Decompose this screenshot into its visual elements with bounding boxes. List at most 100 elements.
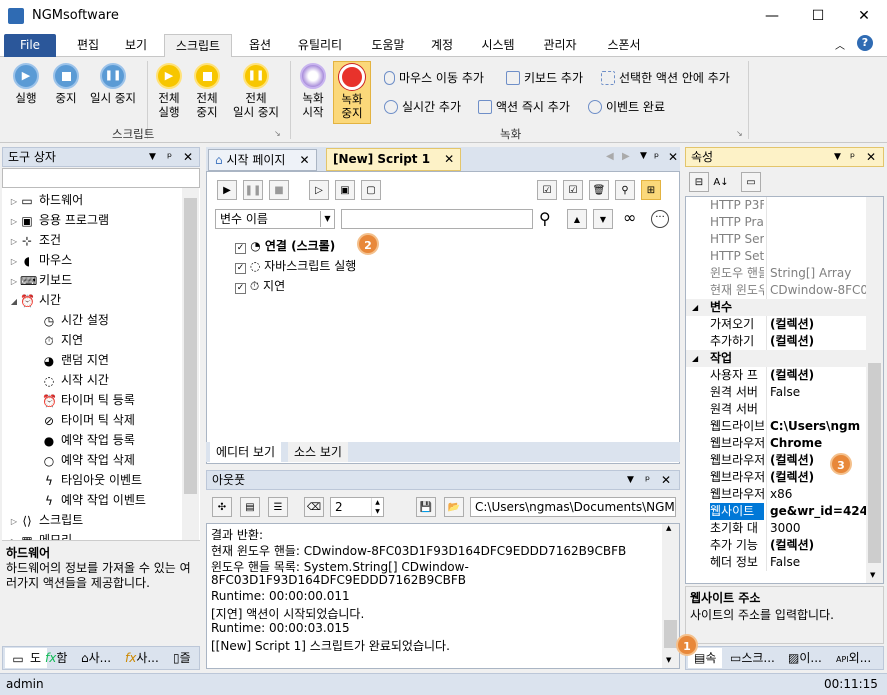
scroll-down-icon[interactable]: ▼ <box>870 571 875 579</box>
add-keyboard-button[interactable]: 키보드 추가 <box>506 69 583 86</box>
toolbox-scrollbar[interactable] <box>182 188 199 540</box>
output-path-field[interactable]: C:\Users\ngmas\Documents\NGM6\ <box>470 497 676 517</box>
record-stop-button[interactable]: 녹화 중지 <box>333 61 371 124</box>
check-all-icon[interactable]: ☑ <box>537 180 557 200</box>
tab-editor-view[interactable]: 에디터 보기 <box>210 442 282 462</box>
pause-button[interactable]: ❚❚ 일시 중지 <box>86 63 140 105</box>
scroll-thumb[interactable] <box>868 363 881 563</box>
property-row[interactable]: 웹브라우저 Chrome <box>686 435 866 452</box>
stepper-arrows-icon[interactable]: ▲ ▼ <box>371 498 383 516</box>
save-icon[interactable]: 💾 <box>416 497 436 517</box>
toolbox-item[interactable]: ⊘ 타이머 틱 삭제 <box>42 410 135 430</box>
property-value[interactable]: 3000 <box>770 520 866 537</box>
checkbox-icon[interactable]: ✓ <box>235 243 246 254</box>
ribbon-collapse-icon[interactable]: ︿ <box>835 37 845 52</box>
property-pages-icon[interactable]: ▭ <box>741 172 761 192</box>
step-into-icon[interactable]: ▣ <box>335 180 355 200</box>
tab-images[interactable]: ▨이... <box>782 648 828 668</box>
checkbox-icon[interactable]: ✓ <box>235 283 246 294</box>
step-over-icon[interactable]: ▢ <box>361 180 381 200</box>
expand-icon[interactable]: ▷ <box>8 212 20 232</box>
action-row-connect[interactable]: ✓ ◔ 연결 (스크롤) <box>235 236 335 256</box>
property-value[interactable]: False <box>770 384 866 401</box>
tab-external[interactable]: API외... <box>830 648 877 668</box>
property-row[interactable]: 현재 윈도우 CDwindow-8FC0 <box>686 282 866 299</box>
pause-all-button[interactable]: ❚❚ 전체 일시 중지 <box>226 63 286 119</box>
help-icon[interactable]: ? <box>857 35 873 51</box>
collapse-icon[interactable]: ◢ <box>692 299 698 316</box>
action-row-delay[interactable]: ✓ ⏱ 지연 <box>235 276 285 296</box>
property-row[interactable]: 웹드라이브 C:\Users\ngm <box>686 418 866 435</box>
property-value[interactable]: ge&wr_id=4248 <box>770 503 866 520</box>
tab-script[interactable]: 스크립트 <box>164 34 232 58</box>
action-row-js[interactable]: ✓ ◌ 자바스크립트 실행 <box>235 256 356 276</box>
collapse-icon[interactable]: ◢ <box>692 350 698 367</box>
property-row[interactable]: HTTP Set <box>686 248 866 265</box>
dialog-launcher-icon[interactable]: ↘ <box>736 129 743 138</box>
move-down-icon[interactable]: ▼ <box>593 209 613 229</box>
record-start-button[interactable]: 녹화 시작 <box>296 63 330 119</box>
toolbox-item[interactable]: ○ 예약 작업 삭제 <box>42 450 135 470</box>
toolbox-item[interactable]: ▷ ▣ 응용 프로그램 <box>8 210 109 230</box>
toolbox-item[interactable]: ▷ ◖ 마우스 <box>8 250 72 270</box>
property-value[interactable]: x86 <box>770 486 866 503</box>
expand-icon[interactable]: ▷ <box>8 512 20 532</box>
tab-system[interactable]: 시스템 <box>472 34 524 57</box>
property-value[interactable]: String[] Array <box>770 265 866 282</box>
event-complete-button[interactable]: 이벤트 완료 <box>588 98 665 115</box>
toolbox-item[interactable]: ▷ ⊹ 조건 <box>8 230 61 250</box>
property-row[interactable]: 웹사이트 ge&wr_id=4248 <box>686 503 866 520</box>
tab-user-a[interactable]: ⌂사... <box>75 648 117 668</box>
toolbox-item[interactable]: ϟ 예약 작업 이벤트 <box>42 490 146 510</box>
checkbox-icon[interactable]: ✓ <box>235 263 246 274</box>
sort-az-icon[interactable]: A↓ <box>711 172 731 192</box>
maximize-button[interactable]: ☐ <box>795 0 841 32</box>
property-category[interactable]: ◢ 작업 <box>686 350 866 367</box>
move-up-icon[interactable]: ▲ <box>567 209 587 229</box>
property-value[interactable]: C:\Users\ngm <box>770 418 866 435</box>
property-row[interactable]: 초기화 대 3000 <box>686 520 866 537</box>
delete-icon[interactable]: 🗑 <box>589 180 609 200</box>
toolbox-item[interactable]: ▷ ▭ 하드웨어 <box>8 190 83 210</box>
property-row[interactable]: 원격 서버 False <box>686 384 866 401</box>
toolbox-item[interactable]: ϟ 타임아웃 이벤트 <box>42 470 142 490</box>
clean-icon[interactable]: ✣ <box>212 497 232 517</box>
tab-edit[interactable]: 편집 <box>68 34 108 57</box>
dropdown-icon[interactable]: ▼ <box>834 148 841 166</box>
property-value[interactable]: (컬렉션) <box>770 333 866 350</box>
minimize-button[interactable]: — <box>749 0 795 32</box>
properties-scrollbar[interactable]: ▼ <box>866 197 883 583</box>
scroll-thumb[interactable] <box>184 198 197 494</box>
dropdown-icon[interactable]: ▼ <box>640 151 647 161</box>
tab-favorites[interactable]: ▯즐 <box>167 648 197 668</box>
more-icon[interactable]: ··· <box>651 210 669 228</box>
tab-script-list[interactable]: ▭스크... <box>724 648 781 668</box>
dropdown-icon[interactable]: ▼ <box>627 471 634 489</box>
tab-user-b[interactable]: fx사... <box>119 648 165 668</box>
scroll-left-icon[interactable]: ◀ <box>606 151 614 162</box>
expand-icon[interactable]: ▷ <box>8 192 20 212</box>
tab-file[interactable]: File <box>4 34 56 57</box>
property-row[interactable]: 가져오기 (컬렉션) <box>686 316 866 333</box>
close-icon[interactable]: ✕ <box>183 148 193 166</box>
collapse-icon[interactable]: ◢ <box>8 292 20 312</box>
toolbox-item[interactable]: ◷ 시간 설정 <box>42 310 109 330</box>
toolbox-item[interactable]: ● 예약 작업 등록 <box>42 430 135 450</box>
run-all-button[interactable]: ▶ 전체 실행 <box>150 63 188 119</box>
close-icon[interactable]: ✕ <box>661 471 671 489</box>
property-value[interactable]: (컬렉션) <box>770 316 866 333</box>
property-value[interactable]: (컬렉션) <box>770 367 866 384</box>
close-icon[interactable]: ✕ <box>444 152 454 166</box>
toolbox-search-input[interactable] <box>2 168 200 188</box>
stop-button[interactable]: 중지 <box>46 63 86 105</box>
step-icon[interactable]: ▷ <box>309 180 329 200</box>
tab-sponsor[interactable]: 스폰서 <box>596 34 652 57</box>
property-row[interactable]: HTTP P3F <box>686 197 866 214</box>
expand-icon[interactable]: ▷ <box>8 272 20 292</box>
property-row[interactable]: 추가 기능 (컬렉션) <box>686 537 866 554</box>
run-button[interactable]: ▶ 실행 <box>6 63 46 105</box>
chevron-down-icon[interactable]: ▼ <box>320 211 334 227</box>
expand-icon[interactable]: ▷ <box>8 252 20 272</box>
stop-icon[interactable]: ■ <box>269 180 289 200</box>
close-icon[interactable]: ✕ <box>866 148 876 166</box>
